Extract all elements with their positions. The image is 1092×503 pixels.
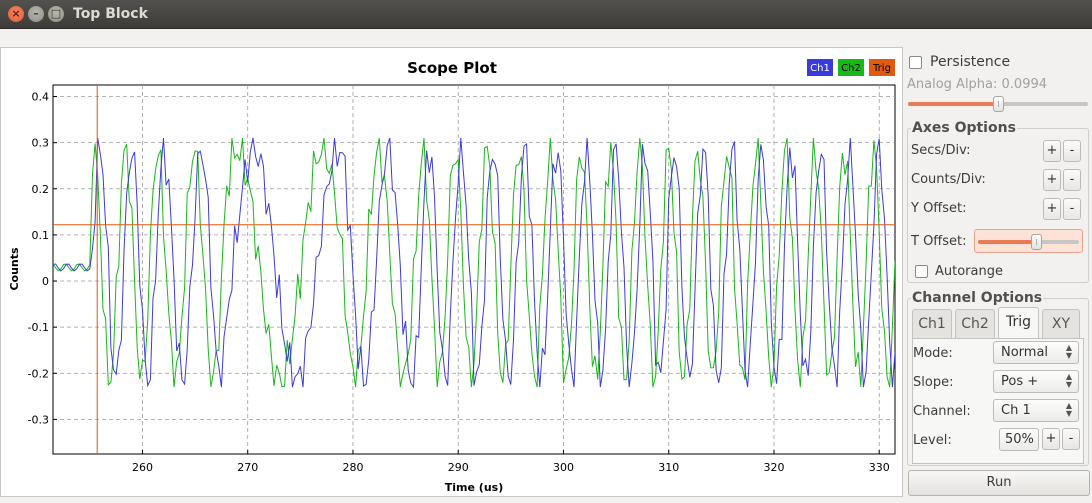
spin-arrows-icon: ▲ ▼ bbox=[1065, 401, 1073, 418]
secs-div-plus-button[interactable]: + bbox=[1043, 140, 1061, 162]
t-offset-label: T Offset: bbox=[911, 234, 967, 249]
slope-label: Slope: bbox=[913, 375, 954, 390]
plot-title: Scope Plot bbox=[407, 59, 497, 77]
control-panel: Persistence Analog Alpha: 0.0994 Axes Op… bbox=[904, 47, 1092, 501]
x-tick-label: 320 bbox=[763, 461, 784, 474]
counts-div-plus-button[interactable]: + bbox=[1043, 169, 1061, 191]
analog-alpha-slider-handle[interactable] bbox=[993, 96, 1004, 112]
level-label: Level: bbox=[913, 433, 952, 448]
counts-div-minus-button[interactable]: - bbox=[1063, 169, 1081, 191]
autorange-label: Autorange bbox=[935, 264, 1003, 279]
slope-select-value: Pos + bbox=[1001, 374, 1039, 389]
spin-arrows-icon: ▲ ▼ bbox=[1065, 372, 1073, 389]
x-axis-label: Time (us) bbox=[445, 481, 503, 494]
scope-plot-canvas[interactable]: Scope Plot Ch1 Ch2 Trig 260 270 280 290 300 310… bbox=[1, 48, 904, 498]
channel-label: Channel: bbox=[913, 404, 971, 419]
x-tick-label: 270 bbox=[237, 461, 258, 474]
y-axis-label: Counts bbox=[8, 247, 21, 291]
y-tick-label: 0.2 bbox=[32, 183, 50, 196]
tab-ch2[interactable]: Ch2 bbox=[955, 309, 995, 338]
x-tick-label: 310 bbox=[658, 461, 679, 474]
window-titlebar: × – □ Top Block bbox=[0, 0, 1092, 29]
run-button[interactable]: Run bbox=[908, 470, 1090, 496]
t-offset-slider[interactable] bbox=[978, 234, 1079, 250]
legend-label-ch2: Ch2 bbox=[841, 63, 861, 74]
x-tick-label: 290 bbox=[448, 461, 469, 474]
y-tick-label: -0.1 bbox=[28, 321, 49, 334]
window-minimize-button[interactable]: – bbox=[28, 6, 44, 22]
window-close-button[interactable]: × bbox=[8, 6, 24, 22]
x-tick-label: 280 bbox=[342, 461, 363, 474]
y-tick-label: 0.1 bbox=[32, 229, 50, 242]
tab-trig[interactable]: Trig bbox=[998, 307, 1039, 338]
window-maximize-button[interactable]: □ bbox=[48, 6, 64, 22]
level-minus-button[interactable]: - bbox=[1062, 428, 1080, 450]
channel-select[interactable]: Ch 1 ▲ ▼ bbox=[993, 399, 1079, 422]
y-tick-label: 0.3 bbox=[32, 137, 50, 150]
channel-tabs: Ch1 Ch2 Trig XY bbox=[912, 307, 1084, 339]
plot-legend: Ch1 Ch2 Trig bbox=[807, 59, 895, 76]
mode-select-value: Normal bbox=[1001, 345, 1049, 360]
y-tick-label: -0.2 bbox=[28, 367, 49, 380]
tab-ch1[interactable]: Ch1 bbox=[912, 309, 952, 338]
spin-arrows-icon: ▲ ▼ bbox=[1065, 343, 1073, 360]
legend-label-ch1: Ch1 bbox=[810, 63, 830, 74]
analog-alpha-label: Analog Alpha: 0.0994 bbox=[907, 77, 1048, 92]
plot-frame bbox=[52, 84, 896, 455]
counts-div-label: Counts/Div: bbox=[911, 172, 986, 187]
legend-label-trig: Trig bbox=[872, 63, 891, 74]
scope-plot[interactable]: Scope Plot Ch1 Ch2 Trig 260 270 280 290 300 310… bbox=[0, 47, 903, 497]
channel-select-value: Ch 1 bbox=[1001, 403, 1031, 418]
secs-div-label: Secs/Div: bbox=[911, 143, 971, 158]
slope-select[interactable]: Pos + ▲ ▼ bbox=[993, 370, 1079, 393]
level-plus-button[interactable]: + bbox=[1042, 428, 1060, 450]
channel-options-title: Channel Options bbox=[911, 290, 1044, 306]
axes-options-title: Axes Options bbox=[911, 120, 1017, 136]
x-tick-label: 300 bbox=[553, 461, 574, 474]
autorange-checkbox[interactable] bbox=[915, 265, 928, 278]
y-tick-label: 0.4 bbox=[32, 91, 50, 104]
secs-div-minus-button[interactable]: - bbox=[1063, 140, 1081, 162]
y-offset-label: Y Offset: bbox=[911, 201, 967, 216]
x-tick-label: 330 bbox=[869, 461, 890, 474]
y-offset-plus-button[interactable]: + bbox=[1043, 198, 1061, 220]
t-offset-slider-handle[interactable] bbox=[1030, 234, 1042, 250]
window-title: Top Block bbox=[73, 6, 148, 22]
mode-select[interactable]: Normal ▲ ▼ bbox=[993, 341, 1079, 364]
y-tick-label: 0 bbox=[42, 275, 49, 288]
tab-xy[interactable]: XY bbox=[1042, 309, 1080, 338]
persistence-label: Persistence bbox=[930, 54, 1011, 70]
y-offset-minus-button[interactable]: - bbox=[1063, 198, 1081, 220]
analog-alpha-slider[interactable] bbox=[908, 96, 1088, 112]
level-value-button[interactable]: 50% bbox=[999, 428, 1039, 451]
mode-label: Mode: bbox=[913, 346, 953, 361]
persistence-checkbox[interactable] bbox=[909, 56, 922, 69]
x-tick-label: 260 bbox=[132, 461, 153, 474]
y-tick-label: -0.3 bbox=[28, 413, 49, 426]
